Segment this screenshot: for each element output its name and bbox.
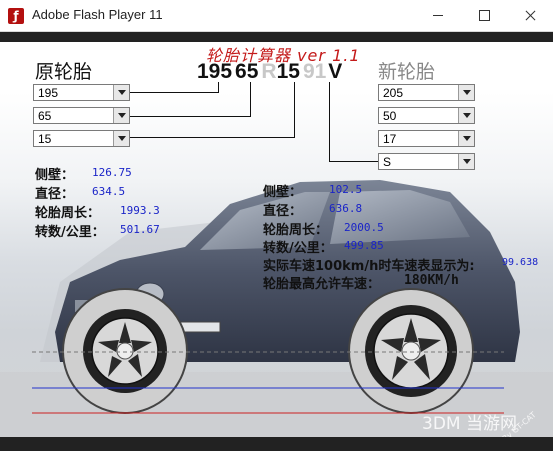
- flash-player-icon: ƒ: [8, 8, 24, 24]
- new-sidewall-value: 102.5: [329, 183, 363, 196]
- close-button[interactable]: [507, 0, 553, 31]
- orig-diameter-value: 634.5: [92, 185, 126, 198]
- connector-aspect: [130, 116, 250, 117]
- original-width-select[interactable]: 195: [33, 84, 130, 101]
- right-wheel: [348, 288, 474, 414]
- connector-rim: [130, 137, 294, 138]
- tire-code-rim: 15: [276, 60, 300, 83]
- max-speed-label: 轮胎最高允许车速：: [263, 277, 381, 292]
- connector-aspect-v: [250, 82, 251, 117]
- chevron-down-icon[interactable]: [113, 108, 129, 123]
- connector-width: [130, 92, 218, 93]
- new-sidewall-label: 侧壁：: [263, 185, 303, 200]
- new-tire-label: 新轮胎: [378, 61, 436, 83]
- new-diameter-label: 直径：: [263, 204, 303, 219]
- chevron-down-icon[interactable]: [113, 131, 129, 146]
- original-rim-select[interactable]: 15: [33, 130, 130, 147]
- new-rim-select[interactable]: 17: [378, 130, 475, 147]
- chevron-down-icon[interactable]: [458, 154, 474, 169]
- orig-revs-label: 转数/公里：: [35, 225, 105, 240]
- speed-rating-select[interactable]: S: [378, 153, 475, 170]
- chevron-down-icon[interactable]: [458, 131, 474, 146]
- new-circumference-label: 轮胎周长：: [263, 223, 329, 238]
- new-circumference-value: 2000.5: [344, 221, 384, 234]
- original-aspect-select[interactable]: 65: [33, 107, 130, 124]
- tire-code-speed: V: [328, 60, 343, 83]
- orig-revs-value: 501.67: [120, 223, 160, 236]
- max-speed-value: 180KM/h: [404, 273, 459, 288]
- tire-code-load: 91: [302, 60, 327, 83]
- new-revs-value: 499.85: [344, 239, 384, 252]
- minimize-button[interactable]: [415, 0, 461, 31]
- actual-speed-label: 实际车速100km/h时车速表显示为:: [263, 259, 475, 274]
- left-wheel: [62, 288, 188, 414]
- chevron-down-icon[interactable]: [458, 85, 474, 100]
- svg-text:3DM 当游网: 3DM 当游网: [422, 414, 517, 434]
- connector-rim-v: [294, 82, 295, 138]
- actual-speed-value: 99.638: [502, 257, 539, 268]
- new-diameter-value: 636.8: [329, 202, 363, 215]
- connector-speed: [329, 161, 378, 162]
- window-title: Adobe Flash Player 11: [32, 7, 163, 22]
- maximize-button[interactable]: [461, 0, 507, 31]
- tire-code-width: 195: [197, 60, 233, 83]
- connector-width-v: [218, 82, 219, 93]
- chevron-down-icon[interactable]: [458, 108, 474, 123]
- orig-sidewall-label: 侧壁：: [35, 168, 75, 183]
- chevron-down-icon[interactable]: [113, 85, 129, 100]
- orig-diameter-label: 直径：: [35, 187, 75, 202]
- new-revs-label: 转数/公里：: [263, 241, 333, 256]
- new-width-select[interactable]: 205: [378, 84, 475, 101]
- orig-sidewall-value: 126.75: [92, 166, 132, 179]
- window-titlebar[interactable]: ƒ Adobe Flash Player 11: [0, 0, 553, 32]
- tire-code: 195 65 R15 91V: [197, 60, 345, 84]
- flash-stage: 3DM 当游网 By GT-CAT 轮胎计算器 ver 1.1 原轮胎 新轮胎 …: [0, 32, 553, 451]
- tire-code-aspect: 65: [235, 60, 259, 83]
- tire-code-r: R: [261, 60, 277, 83]
- bottom-band: [0, 437, 553, 451]
- connector-speed-v: [329, 82, 330, 162]
- orig-circumference-value: 1993.3: [120, 204, 160, 217]
- new-aspect-select[interactable]: 50: [378, 107, 475, 124]
- orig-circumference-label: 轮胎周长：: [35, 206, 101, 221]
- original-tire-label: 原轮胎: [35, 61, 93, 83]
